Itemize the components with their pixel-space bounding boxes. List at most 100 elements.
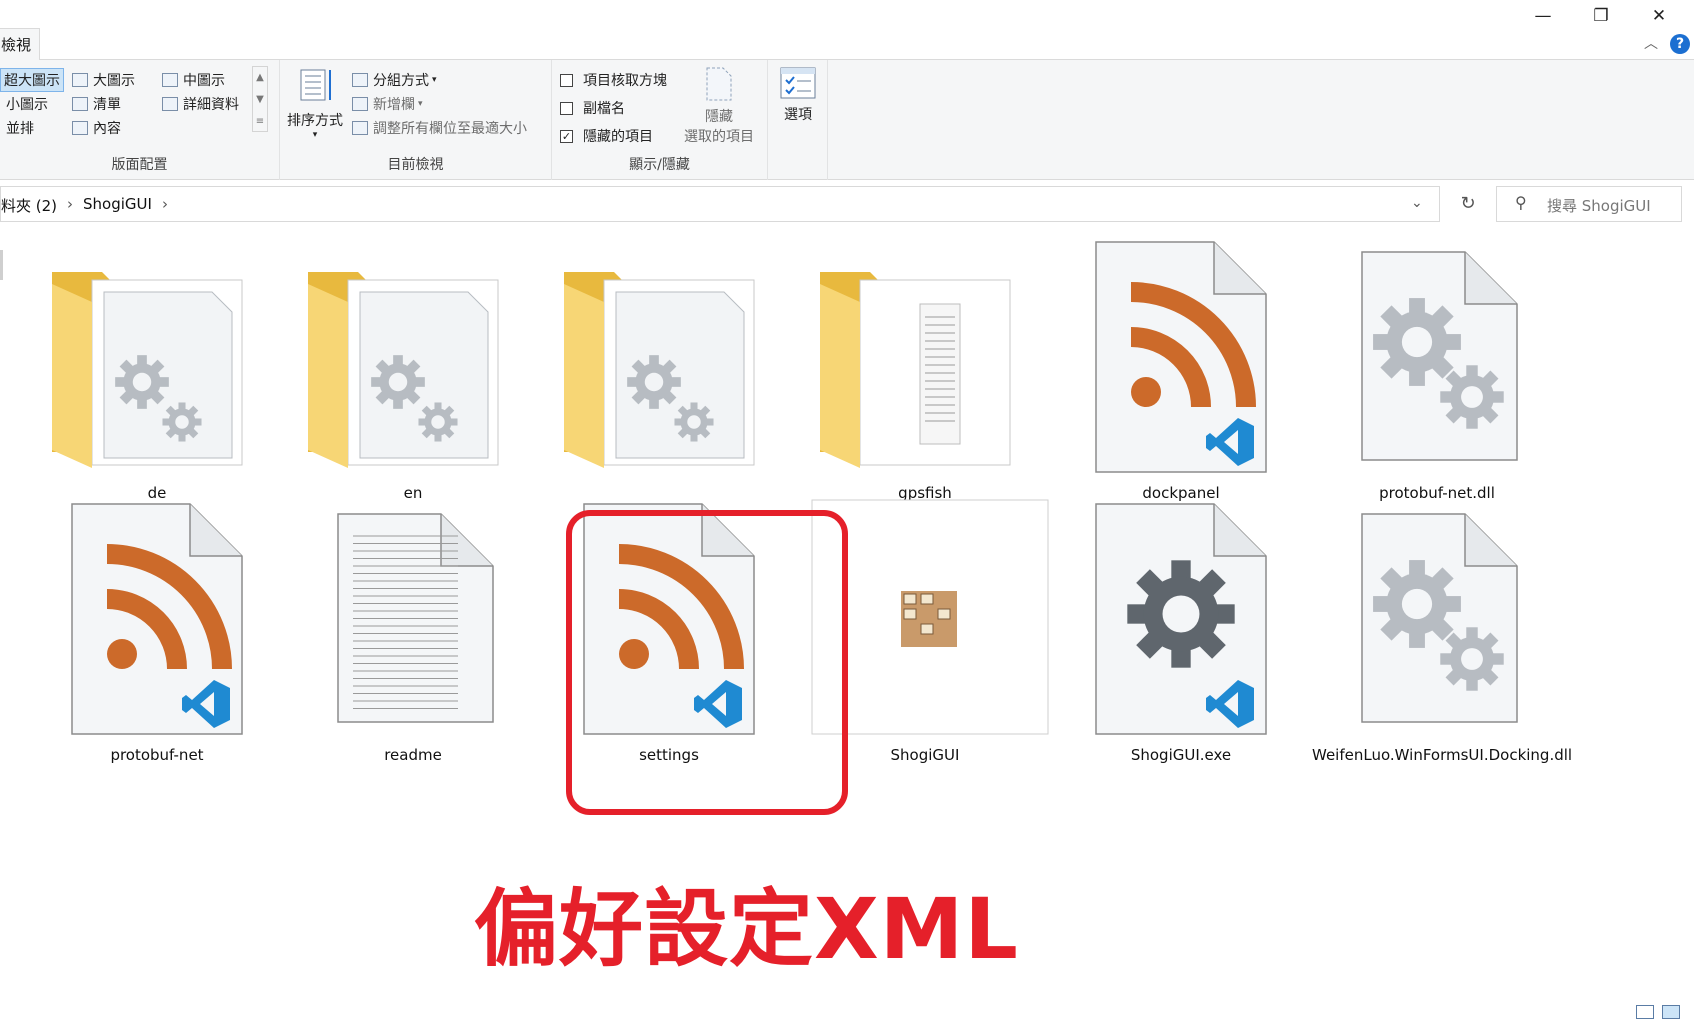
sort-icon [300,69,331,101]
layout-extra-large-icons[interactable]: 超大圖示 [0,68,64,92]
folder-gears-icon [308,272,499,468]
address-bar[interactable]: 料夾 (2) › ShogiGUI › ⌄ [0,186,1440,222]
options-icon [780,67,816,99]
layout-item-label: 內容 [93,121,121,137]
annotation-text: 偏好設定XML [474,880,1019,978]
details-icon [162,97,178,111]
search-icon: ⚲ [1515,193,1527,212]
large-icons-icon [72,73,88,87]
layout-tiles[interactable]: 並排 [6,118,34,138]
file-name: WeifenLuo.WinFormsUI.Docking.dll [1312,746,1573,764]
file-item[interactable]: de [32,232,282,502]
chevron-right-icon[interactable]: › [67,195,73,216]
file-item[interactable]: WeifenLuo.WinFormsUI.Docking.dll [1312,494,1573,764]
layout-small-icons[interactable]: 小圖示 [6,94,48,114]
dll-icon [1361,251,1518,461]
dropdown-arrow-icon: ▾ [312,130,318,140]
ribbon: 超大圖示 大圖示 中圖示 小圖示 清單 詳細資料 並排 內容 ▲ ▼ ≡ 版面配置 … [0,60,1694,180]
chevron-down-icon[interactable]: ⌄ [1411,195,1423,211]
highlight-box [566,510,848,815]
file-item[interactable]: dockpanel [1056,232,1306,502]
sort-by-button[interactable]: 排序方式 ▾ [286,66,344,140]
help-icon[interactable]: ? [1670,34,1690,54]
group-by-icon [352,73,368,87]
layout-details[interactable]: 詳細資料 [162,94,239,114]
layout-item-label: 小圖示 [6,97,48,113]
search-input[interactable]: ⚲ 搜尋 ShogiGUI [1496,186,1682,222]
tab-view[interactable]: 檢視 [0,28,40,61]
checkbox-checked[interactable]: ✓ [560,129,573,143]
layout-scroll-arrows[interactable]: ▲ ▼ ≡ [252,66,268,132]
dll-icon [1361,513,1518,723]
fit-columns-label: 調整所有欄位至最適大小 [373,121,527,137]
layout-item-label: 並排 [6,121,34,137]
folder-gears-icon [564,272,755,468]
refresh-icon[interactable]: ↻ [1448,186,1488,222]
search-placeholder: 搜尋 ShogiGUI [1547,197,1651,215]
breadcrumb: 料夾 (2) › ShogiGUI › [1,195,168,216]
checkbox-unchecked[interactable] [560,101,573,115]
folder-gears-icon [52,272,243,468]
scrollbar-edge [0,250,3,280]
address-bar-row: 料夾 (2) › ShogiGUI › ⌄ ↻ ⚲ 搜尋 ShogiGUI [0,184,1694,224]
large-icons-view-icon[interactable] [1662,1005,1680,1019]
layout-list[interactable]: 清單 [72,94,121,114]
hidden-items-toggle[interactable]: ✓ 隱藏的項目 [560,126,653,146]
xml-vscode-icon [71,503,243,735]
hide-selected-label-1: 隱藏 [705,109,733,125]
fit-columns-button[interactable]: 調整所有欄位至最適大小 [352,118,527,138]
group-by-label: 分組方式 [373,73,429,89]
layout-content[interactable]: 內容 [72,118,121,138]
show-hide-group: 項目核取方塊 副檔名 ✓ 隱藏的項目 隱藏 選取的項目 顯示/隱藏 [552,60,768,180]
file-item[interactable]: gpsfish [800,232,1050,502]
dropdown-arrow-icon: ▾ [432,75,437,85]
medium-icons-icon [162,73,178,87]
hide-selected-icon [706,67,732,101]
options-label: 選項 [784,107,812,123]
layout-medium-icons[interactable]: 中圖示 [162,70,225,90]
details-view-icon[interactable] [1636,1005,1654,1019]
options-button[interactable]: 選項 [776,66,820,124]
text-icon [337,513,494,723]
list-icon [72,97,88,111]
layout-item-label: 清單 [93,97,121,113]
current-view-group-label: 目前檢視 [387,157,444,173]
breadcrumb-item[interactable]: 料夾 (2) [1,195,57,216]
breadcrumb-item[interactable]: ShogiGUI [83,195,152,216]
file-item[interactable]: readme [288,494,538,764]
layout-item-label: 超大圖示 [4,73,60,89]
ribbon-tab-row: 檢視 ︿ ? [0,28,1694,61]
file-item[interactable]: protobuf-net [32,494,282,764]
hide-selected-label-2: 選取的項目 [684,129,754,145]
dropdown-arrow-icon: ▾ [418,99,423,109]
file-item[interactable]: ShogiGUI.exe [1056,494,1306,764]
file-name: protobuf-net [110,746,204,764]
folder-docs-icon [820,272,1011,468]
content-icon [72,121,88,135]
add-column-icon [352,97,368,111]
item-checkboxes-toggle[interactable]: 項目核取方塊 [560,70,667,90]
layout-item-label: 大圖示 [93,73,135,89]
file-extensions-toggle[interactable]: 副檔名 [560,98,625,118]
hide-selected-button[interactable]: 隱藏 選取的項目 [680,66,758,146]
show-hide-group-label: 顯示/隱藏 [629,157,690,173]
file-name: ShogiGUI.exe [1130,746,1232,764]
layout-item-label: 中圖示 [183,73,225,89]
checkbox-unchecked[interactable] [560,73,573,87]
group-by-button[interactable]: 分組方式 ▾ [352,70,437,90]
xml-vscode-icon [1095,241,1267,473]
chevron-right-icon[interactable]: › [162,195,168,216]
file-extensions-label: 副檔名 [583,101,625,117]
file-item[interactable] [544,232,794,502]
hidden-items-label: 隱藏的項目 [583,129,653,145]
view-toggle [1636,1005,1680,1019]
layout-group-label: 版面配置 [111,157,168,173]
add-column-button[interactable]: 新增欄 ▾ [352,94,423,114]
collapse-ribbon-icon[interactable]: ︿ [1644,33,1658,53]
layout-large-icons[interactable]: 大圖示 [72,70,135,90]
exe-vscode-icon [1095,503,1267,735]
file-item[interactable]: en [288,232,538,502]
file-item[interactable]: protobuf-net.dll [1312,232,1562,502]
sort-label: 排序方式 [287,113,343,129]
fit-columns-icon [352,121,368,135]
